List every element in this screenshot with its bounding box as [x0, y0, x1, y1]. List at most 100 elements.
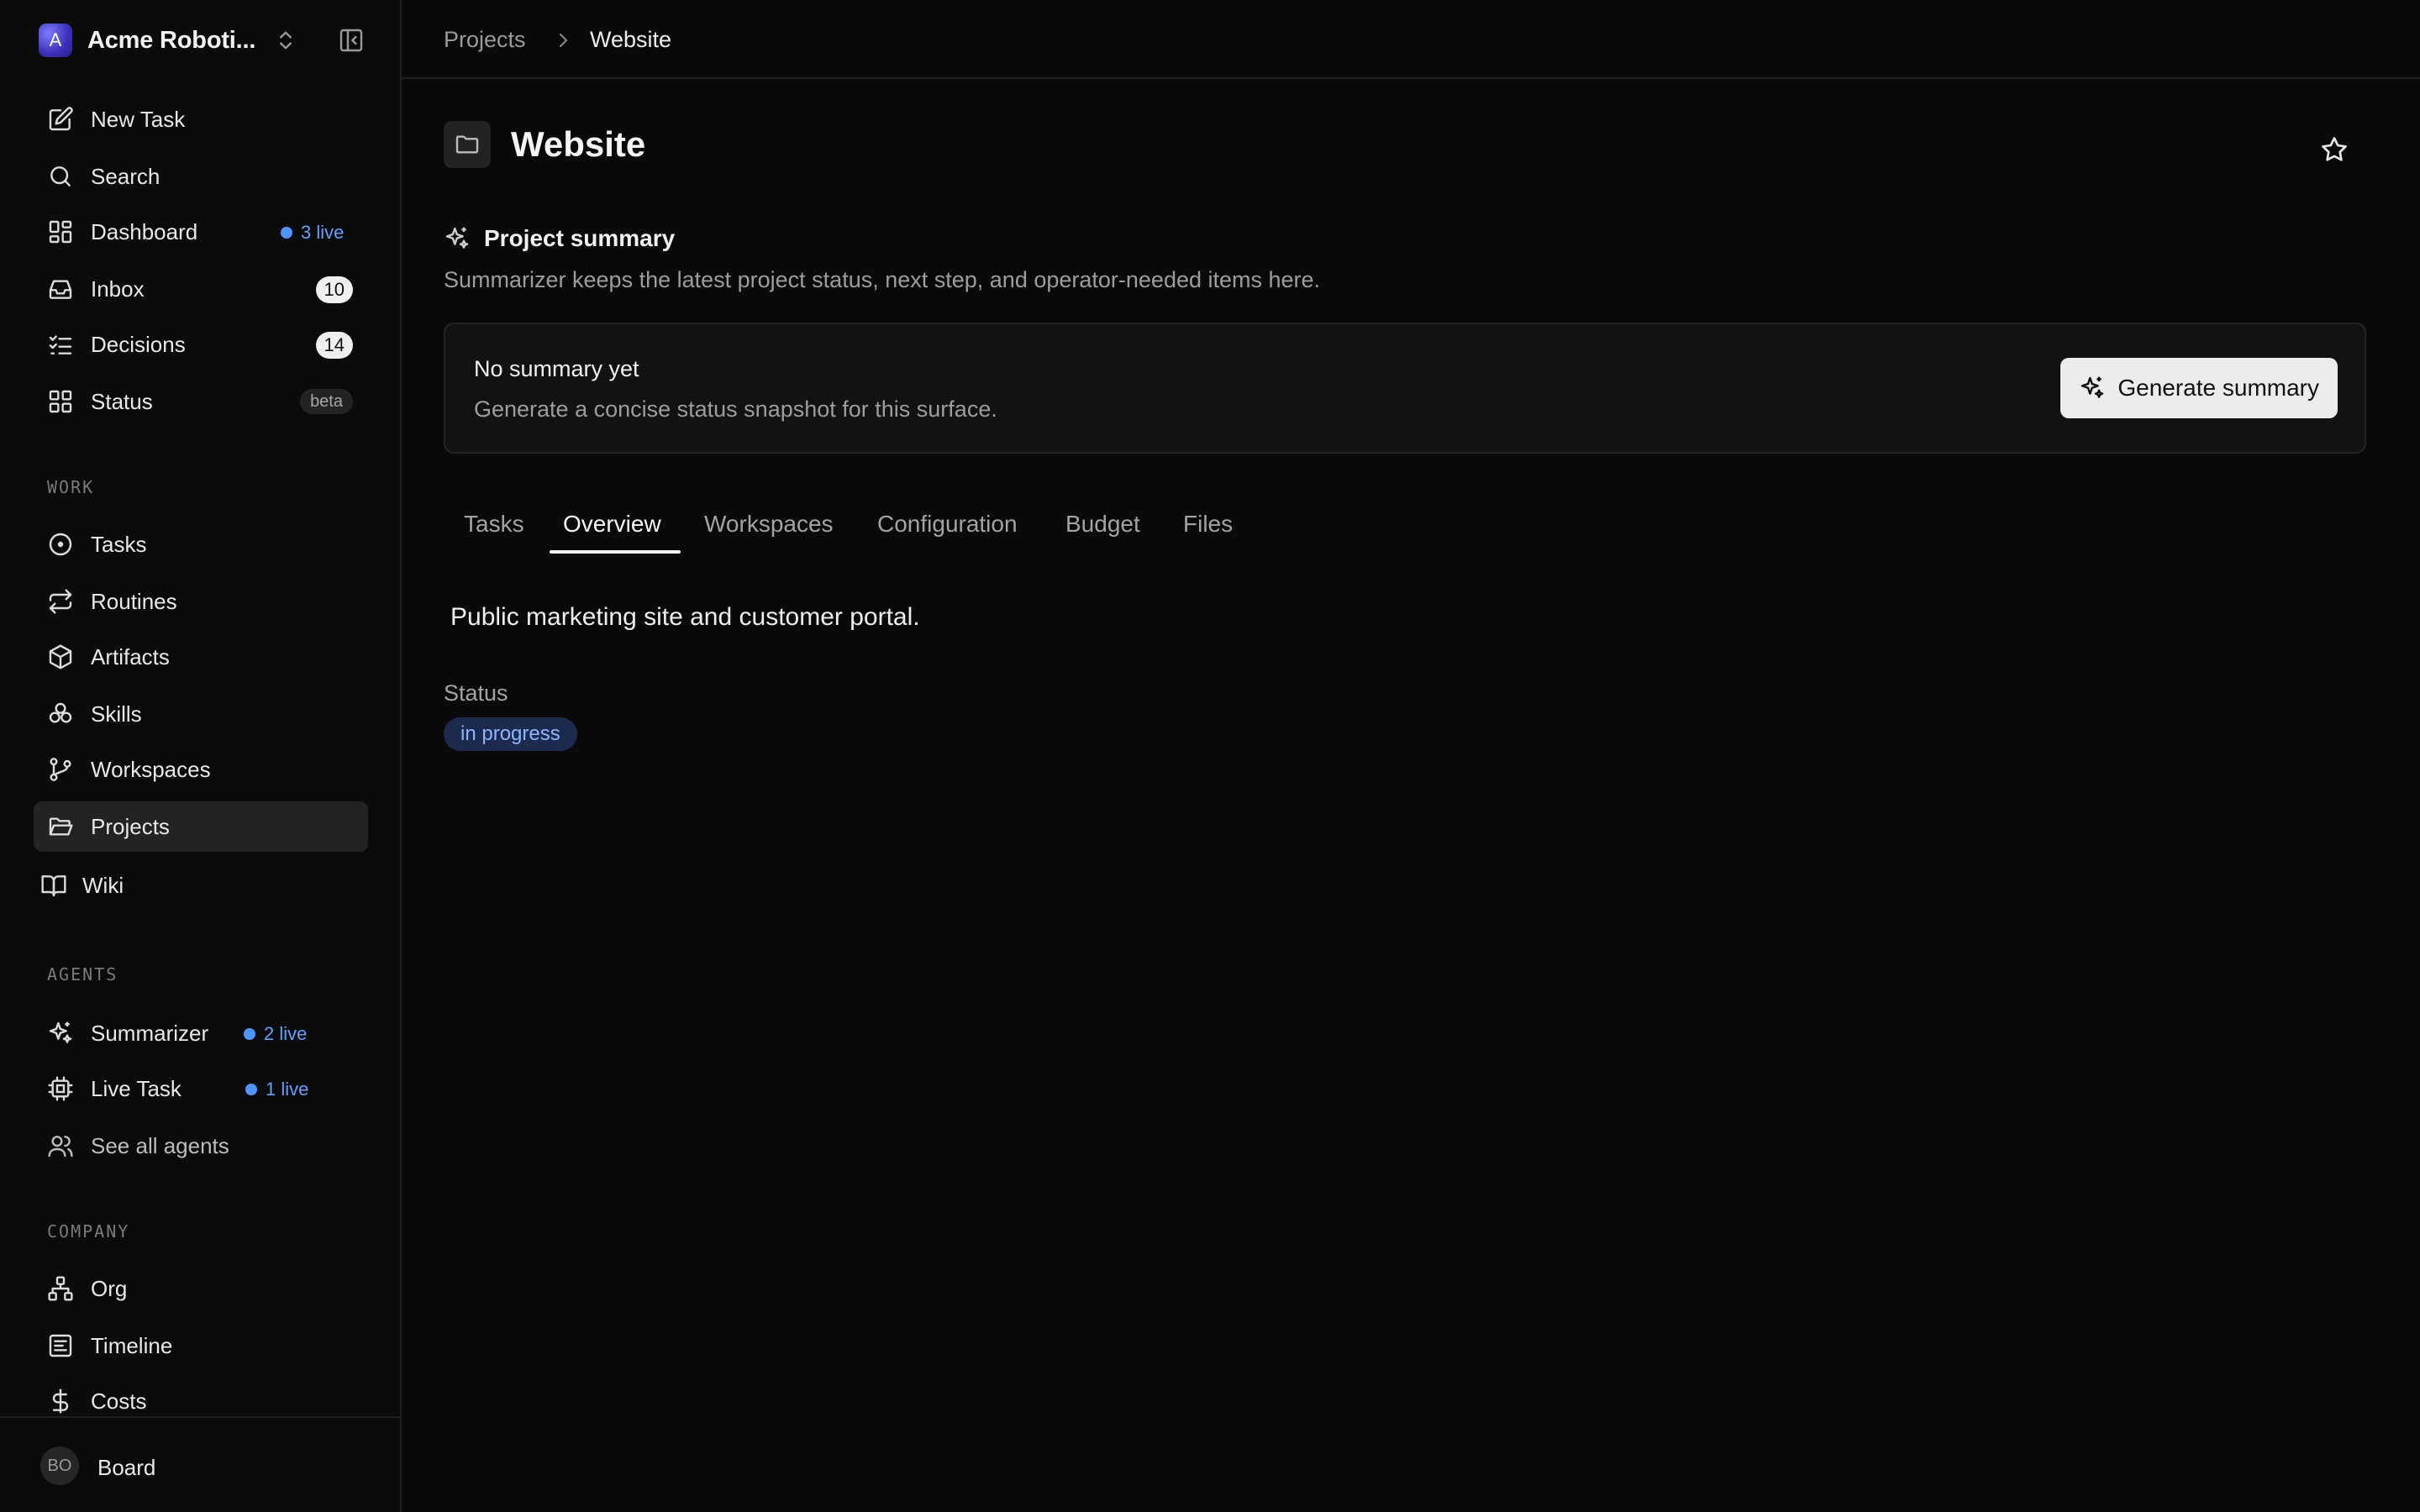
checklist-icon	[47, 331, 74, 358]
user-avatar[interactable]: BO	[40, 1446, 79, 1485]
dashboard-icon	[47, 218, 74, 245]
network-icon	[47, 1275, 74, 1302]
section-title-agents: AGENTS	[47, 964, 118, 984]
active-tab-indicator	[550, 550, 681, 554]
nav-new-task[interactable]: New Task	[34, 94, 368, 144]
book-open-icon	[40, 872, 67, 899]
nav-timeline-label: Timeline	[91, 1332, 173, 1358]
summary-card-title: No summary yet	[474, 356, 639, 381]
nav-tasks-label: Tasks	[91, 531, 147, 557]
nav-routines[interactable]: Routines	[34, 576, 368, 627]
dollar-icon	[47, 1388, 74, 1415]
tab-workspaces[interactable]: Workspaces	[704, 511, 834, 538]
topbar: Projects Website	[402, 0, 2420, 79]
nav-wiki[interactable]: Wiki	[34, 860, 368, 911]
sidebar-footer: BO Board	[0, 1416, 400, 1512]
nav-see-all-agents-label: See all agents	[91, 1132, 229, 1158]
live-indicator: 1 live	[245, 1079, 308, 1100]
sparkles-icon	[2079, 375, 2106, 402]
users-icon	[47, 1132, 74, 1159]
user-name[interactable]: Board	[97, 1455, 155, 1481]
nav-workspaces[interactable]: Workspaces	[34, 744, 368, 795]
tab-files[interactable]: Files	[1183, 511, 1233, 538]
breadcrumb-projects[interactable]: Projects	[444, 27, 526, 53]
nav-agent-summarizer[interactable]: Summarizer 2 live	[34, 1008, 368, 1058]
live-indicator: 3 live	[281, 222, 344, 244]
tab-overview[interactable]: Overview	[563, 511, 661, 538]
section-title-company: COMPANY	[47, 1221, 130, 1242]
repeat-icon	[47, 588, 74, 615]
sparkles-icon	[47, 1020, 74, 1047]
nav-status[interactable]: Status beta	[34, 376, 368, 427]
status-badge: in progress	[444, 717, 577, 751]
tab-configuration[interactable]: Configuration	[877, 511, 1018, 538]
nav-costs-label: Costs	[91, 1388, 147, 1414]
nav-skills-label: Skills	[91, 701, 142, 727]
chevron-up-down-icon	[274, 29, 297, 52]
folder-open-icon	[47, 813, 74, 840]
inbox-icon	[47, 276, 74, 302]
nav-decisions-label: Decisions	[91, 331, 186, 357]
status-label: Status	[444, 680, 508, 706]
nav-search-label: Search	[91, 163, 160, 189]
breadcrumb-current: Website	[590, 27, 672, 52]
grid-icon	[47, 388, 74, 415]
folder-icon	[454, 131, 481, 158]
nav-artifacts[interactable]: Artifacts	[34, 632, 368, 682]
company-name: Acme Roboti...	[87, 26, 256, 54]
live-indicator: 2 live	[244, 1023, 307, 1045]
nav-routines-label: Routines	[91, 588, 177, 614]
company-switcher[interactable]: A Acme Roboti...	[39, 22, 297, 59]
search-icon	[47, 163, 74, 190]
project-description: Public marketing site and customer porta…	[450, 603, 920, 631]
nav-org-label: Org	[91, 1275, 128, 1301]
boxes-icon	[47, 701, 74, 727]
nav-agent-live-task-label: Live Task	[91, 1075, 182, 1101]
nav-inbox-label: Inbox	[91, 276, 145, 302]
generate-summary-button[interactable]: Generate summary	[2060, 358, 2338, 418]
nav-agent-live-task[interactable]: Live Task 1 live	[34, 1063, 368, 1114]
nav-new-task-label: New Task	[91, 106, 186, 132]
star-icon[interactable]	[2319, 134, 2349, 165]
nav-wiki-label: Wiki	[82, 872, 124, 898]
generate-summary-label: Generate summary	[2118, 375, 2319, 401]
decisions-count-badge: 14	[315, 332, 353, 359]
summary-title: Project summary	[484, 225, 676, 251]
company-avatar: A	[39, 24, 72, 57]
nav-status-label: Status	[91, 388, 153, 414]
sidebar: A Acme Roboti... New Task Search Dashboa…	[0, 0, 402, 1512]
nav-see-all-agents[interactable]: See all agents	[34, 1121, 368, 1171]
summary-header: Project summary	[444, 225, 675, 252]
page-title: Website	[511, 124, 646, 164]
circle-dot-icon	[47, 531, 74, 558]
beta-badge: beta	[300, 389, 353, 414]
inbox-count-badge: 10	[315, 276, 353, 303]
nav-org[interactable]: Org	[34, 1263, 368, 1314]
nav-inbox[interactable]: Inbox 10	[34, 264, 368, 314]
nav-dashboard-label: Dashboard	[91, 218, 198, 244]
nav-skills[interactable]: Skills	[34, 689, 368, 739]
nav-projects-label: Projects	[91, 813, 170, 839]
tab-tasks[interactable]: Tasks	[464, 511, 524, 538]
git-branch-icon	[47, 756, 74, 783]
nav-dashboard[interactable]: Dashboard 3 live	[34, 207, 368, 257]
nav-decisions[interactable]: Decisions 14	[34, 319, 368, 370]
nav-artifacts-label: Artifacts	[91, 643, 170, 669]
nav-tasks[interactable]: Tasks	[34, 519, 368, 570]
project-icon	[444, 121, 491, 168]
summary-description: Summarizer keeps the latest project stat…	[444, 267, 1321, 292]
sparkles-icon	[444, 225, 471, 252]
summary-card: No summary yet Generate a concise status…	[444, 323, 2366, 454]
cpu-icon	[47, 1075, 74, 1102]
nav-projects[interactable]: Projects	[34, 801, 368, 852]
chevron-right-icon	[553, 30, 573, 50]
package-icon	[47, 643, 74, 670]
sidebar-collapse-icon[interactable]	[338, 27, 365, 54]
tab-budget[interactable]: Budget	[1065, 511, 1140, 538]
edit-icon	[47, 106, 74, 133]
summary-card-description: Generate a concise status snapshot for t…	[474, 396, 997, 422]
nav-timeline[interactable]: Timeline	[34, 1320, 368, 1371]
timeline-icon	[47, 1332, 74, 1359]
nav-workspaces-label: Workspaces	[91, 756, 211, 782]
nav-search[interactable]: Search	[34, 151, 368, 202]
